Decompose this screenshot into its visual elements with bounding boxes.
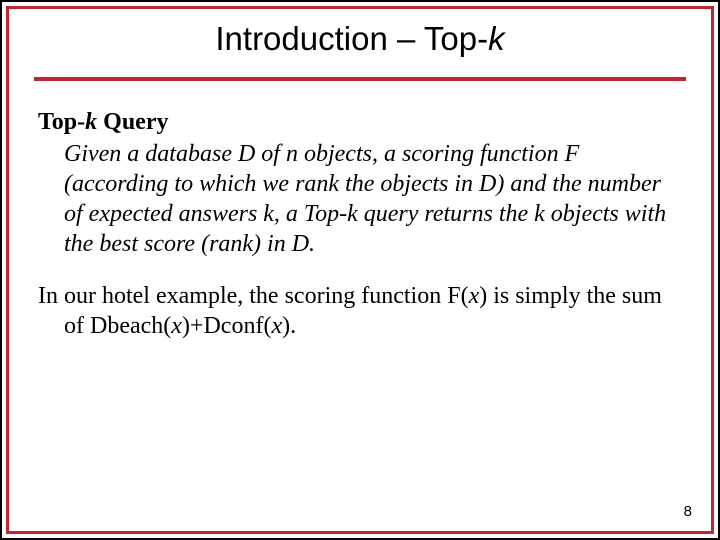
subhead-k: k: [85, 109, 97, 135]
subheading: Top-k Query: [38, 107, 670, 137]
slide-frame: Introduction – Top-k Top-k Query Given a…: [0, 0, 720, 540]
definition-paragraph: Given a database D of n objects, a scori…: [64, 139, 670, 259]
title-underline: [34, 77, 686, 81]
subhead-pre: Top-: [38, 109, 85, 135]
example-x2: x: [171, 313, 182, 339]
title-area: Introduction – Top-k: [2, 20, 718, 58]
title-k: k: [488, 20, 505, 57]
example-x1: x: [469, 283, 480, 309]
content-area: Top-k Query Given a database D of n obje…: [38, 107, 670, 341]
slide-title: Introduction – Top-k: [2, 20, 718, 58]
page-number: 8: [684, 503, 692, 520]
subhead-post: Query: [97, 109, 168, 135]
title-text: Introduction – Top-: [215, 20, 488, 57]
example-paragraph: In our hotel example, the scoring functi…: [38, 281, 670, 341]
example-pre: In our hotel example, the scoring functi…: [38, 283, 469, 309]
example-mid2: )+Dconf(: [182, 313, 272, 339]
example-end: ).: [282, 313, 296, 339]
example-x3: x: [271, 313, 282, 339]
